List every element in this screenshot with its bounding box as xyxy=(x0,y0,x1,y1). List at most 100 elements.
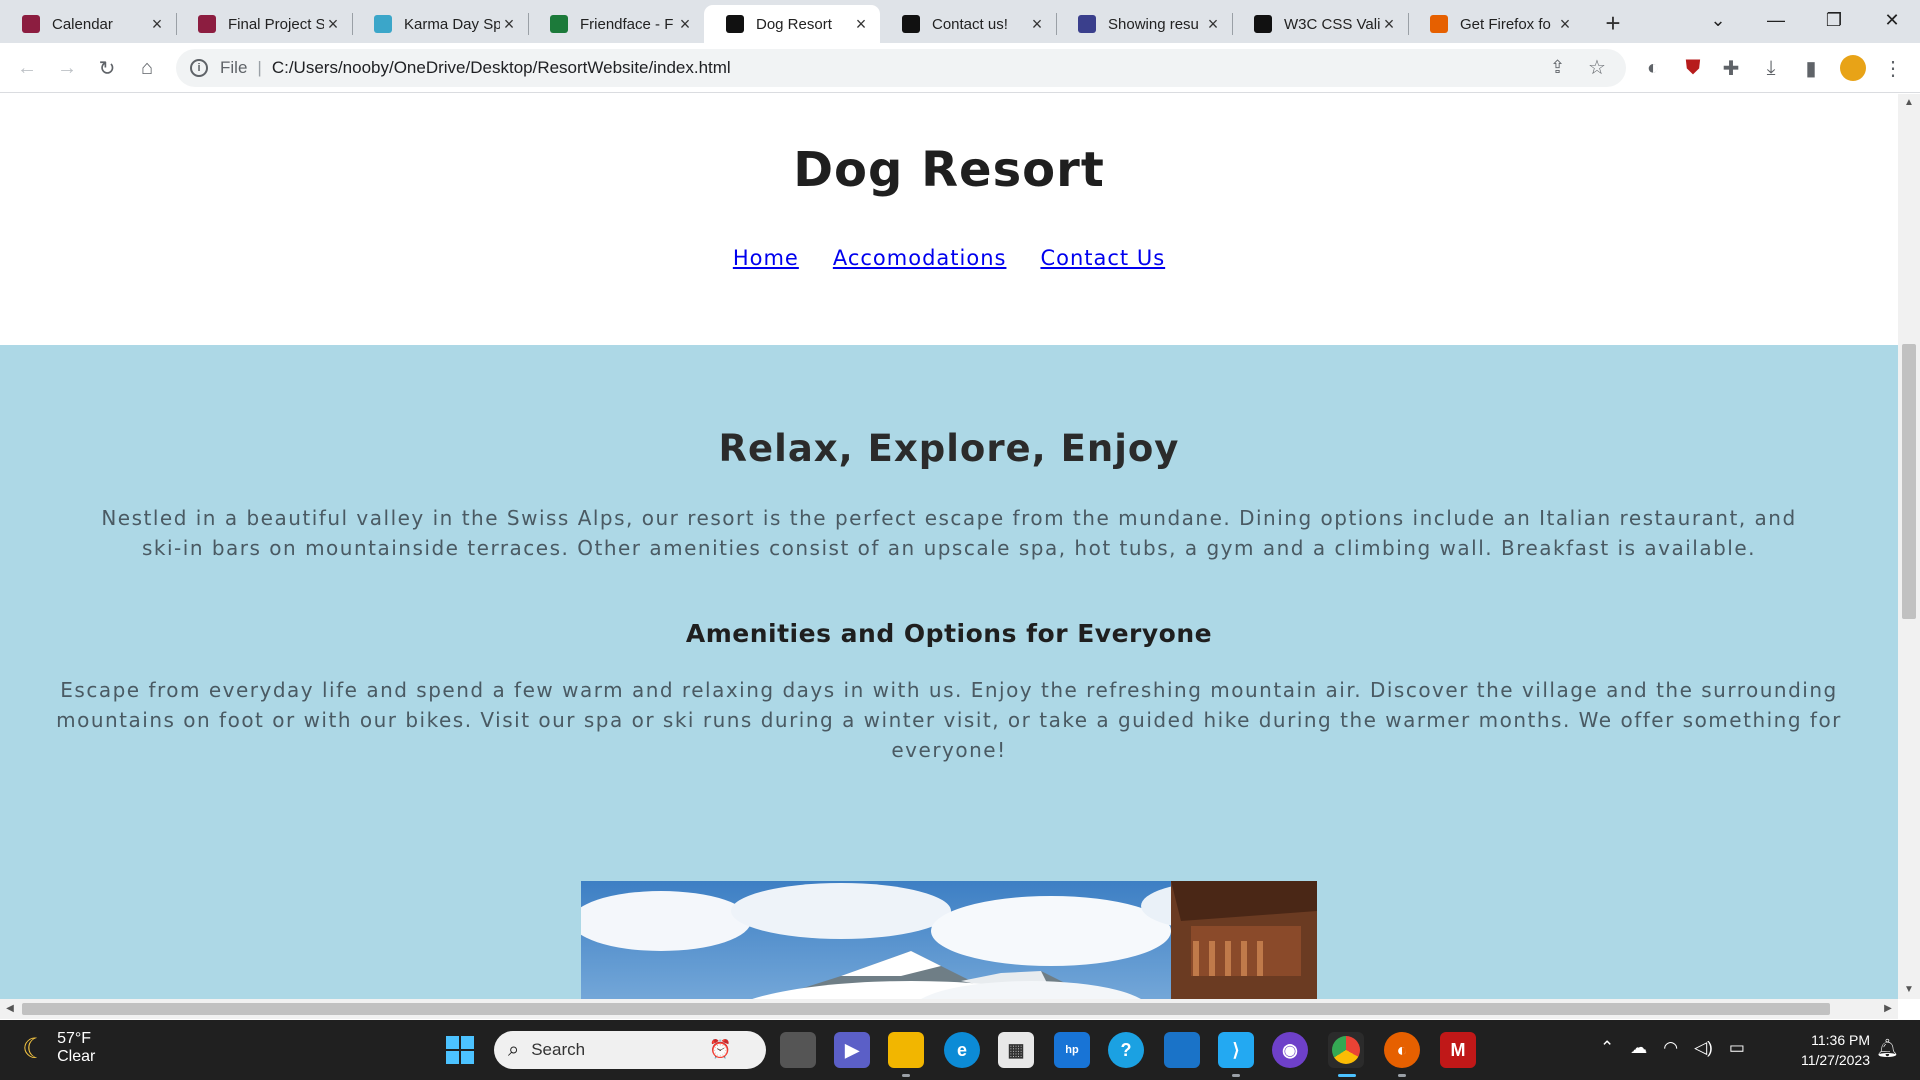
tab-karma-day-sp[interactable]: Karma Day Sp × xyxy=(352,5,528,43)
tab-get-firefox-fo[interactable]: Get Firefox fo × xyxy=(1408,5,1584,43)
task-view-icon[interactable] xyxy=(780,1032,816,1068)
vscode-icon[interactable]: ⟩ xyxy=(1218,1032,1254,1068)
address-divider: | xyxy=(257,58,262,77)
firefox-icon[interactable]: ◐ xyxy=(1384,1032,1420,1068)
onedrive-icon[interactable]: ☁ xyxy=(1630,1038,1647,1058)
tab-close-icon[interactable]: × xyxy=(324,14,342,35)
browser-toolbar: ← → ↻ ⌂ i File | C:/Users/nooby/OneDrive… xyxy=(0,43,1920,93)
amenities-heading: Amenities and Options for Everyone xyxy=(685,619,1213,648)
scroll-right-icon[interactable]: ▶ xyxy=(1878,999,1898,1019)
tab-search-icon[interactable]: ⌄ xyxy=(1690,0,1746,40)
start-icon[interactable] xyxy=(442,1032,478,1068)
home-icon[interactable]: ⌂ xyxy=(132,53,162,83)
scroll-left-icon[interactable]: ◀ xyxy=(0,999,20,1019)
tab-title: Dog Resort xyxy=(756,15,832,33)
bookmark-star-icon[interactable]: ☆ xyxy=(1588,55,1606,80)
reload-icon[interactable]: ↻ xyxy=(92,53,122,83)
tab-close-icon[interactable]: × xyxy=(1028,14,1046,35)
firefox-running-indicator xyxy=(1398,1074,1406,1077)
restore-icon[interactable]: ❐ xyxy=(1806,0,1862,40)
firefox-logo-icon xyxy=(1430,15,1448,33)
horizontal-scrollbar[interactable]: ◀ ▶ xyxy=(0,999,1898,1019)
site-info-icon[interactable]: i xyxy=(190,59,208,77)
browser-tab-strip: Calendar × Final Project S × Karma Day Sp × Fr… xyxy=(0,0,1920,43)
nav-link-home[interactable]: Home xyxy=(733,246,799,270)
tab-close-icon[interactable]: × xyxy=(852,14,870,35)
close-window-icon[interactable]: ✕ xyxy=(1864,0,1920,40)
back-icon[interactable]: ← xyxy=(12,53,42,83)
weather-widget[interactable]: ☾ 57°F Clear xyxy=(22,1030,95,1066)
options-paragraph: Escape from everyday life and spend a fe… xyxy=(56,678,1842,762)
tab-close-icon[interactable]: × xyxy=(148,14,166,35)
weather-temp: 57°F xyxy=(57,1030,92,1047)
w3c-logo-icon xyxy=(1254,15,1272,33)
tab-close-icon[interactable]: × xyxy=(1380,14,1398,35)
taskbar-clock[interactable]: 11:36 PM 11/27/2023 xyxy=(1780,1030,1870,1070)
tab-title: Friendface - F xyxy=(580,15,674,33)
tab-contact-us[interactable]: Contact us! × xyxy=(880,5,1056,43)
address-scheme: File xyxy=(220,58,248,77)
side-panel-icon[interactable]: ▮ xyxy=(1796,53,1826,83)
download-icon[interactable]: ⤓ xyxy=(1756,53,1786,83)
main-section: Relax, Explore, Enjoy Nestled in a beaut… xyxy=(0,345,1898,999)
vpn-extension-icon[interactable]: ◐ xyxy=(1638,53,1668,83)
help-icon[interactable]: ? xyxy=(1108,1032,1144,1068)
new-tab-button[interactable]: + xyxy=(1598,8,1628,38)
windows-taskbar: ☾ 57°F Clear ⌕ Search ⏰ ▶ e ▦ hp ? ⟩ ◉ ◐… xyxy=(0,1020,1920,1080)
tab-friendface-f[interactable]: Friendface - F × xyxy=(528,5,704,43)
vertical-scrollbar[interactable]: ▲ ▼ xyxy=(1898,94,1920,999)
screen-snip-icon[interactable] xyxy=(1164,1032,1200,1068)
site-header: Dog Resort Home Accomodations Contact Us xyxy=(0,94,1898,345)
edge-icon[interactable]: e xyxy=(944,1032,980,1068)
battery-icon[interactable]: ▭ xyxy=(1729,1038,1745,1058)
teams-icon[interactable]: ▶ xyxy=(834,1032,870,1068)
chrome-icon[interactable] xyxy=(1328,1032,1364,1068)
menu-icon[interactable]: ⋮ xyxy=(1878,53,1908,83)
lotus-icon xyxy=(374,15,392,33)
tab-dog-resort[interactable]: Dog Resort × xyxy=(704,5,880,43)
horizontal-scroll-thumb[interactable] xyxy=(22,1003,1830,1015)
minimize-icon[interactable]: — xyxy=(1748,0,1804,40)
dog-logo-icon xyxy=(902,15,920,33)
nav-link-contact-us[interactable]: Contact Us xyxy=(1040,246,1165,270)
github-icon[interactable]: ◉ xyxy=(1272,1032,1308,1068)
extensions-icon[interactable]: ✚ xyxy=(1716,53,1746,83)
address-bar[interactable]: i File | C:/Users/nooby/OneDrive/Desktop… xyxy=(176,49,1626,87)
tab-final-project-s[interactable]: Final Project S × xyxy=(176,5,352,43)
taskbar-search-placeholder: Search xyxy=(531,1040,586,1059)
mcafee-icon[interactable]: M xyxy=(1440,1032,1476,1068)
store-icon[interactable]: ▦ xyxy=(998,1032,1034,1068)
moon-icon: ☾ xyxy=(22,1032,48,1064)
volume-icon[interactable]: ◁) xyxy=(1694,1038,1713,1058)
tab-close-icon[interactable]: × xyxy=(1204,14,1222,35)
taskbar-search[interactable]: ⌕ Search ⏰ xyxy=(494,1031,766,1069)
nav-link-accomodations[interactable]: Accomodations xyxy=(833,246,1007,270)
scroll-up-icon[interactable]: ▲ xyxy=(1898,94,1920,112)
forward-icon[interactable]: → xyxy=(52,53,82,83)
tab-showing-resu[interactable]: Showing resu × xyxy=(1056,5,1232,43)
scroll-down-icon[interactable]: ▼ xyxy=(1898,981,1920,999)
site-title: Dog Resort xyxy=(793,142,1105,198)
tab-title: Calendar xyxy=(52,15,113,33)
wifi-icon[interactable]: ◠ xyxy=(1663,1038,1678,1058)
tab-close-icon[interactable]: × xyxy=(1556,14,1574,35)
tab-w3c-css-vali[interactable]: W3C CSS Vali × xyxy=(1232,5,1408,43)
myhp-icon[interactable]: hp xyxy=(1054,1032,1090,1068)
avatar[interactable] xyxy=(1838,53,1868,83)
tab-close-icon[interactable]: × xyxy=(676,14,694,35)
notification-bell-icon[interactable]: 🔔︎ xyxy=(1876,1038,1899,1059)
share-icon[interactable]: ⇪ xyxy=(1550,57,1565,78)
asu-logo-icon xyxy=(198,15,216,33)
file-explorer-icon[interactable] xyxy=(888,1032,924,1068)
tab-title: W3C CSS Vali xyxy=(1284,15,1380,33)
asu-logo-icon xyxy=(22,15,40,33)
address-url[interactable]: C:/Users/nooby/OneDrive/Desktop/ResortWe… xyxy=(272,58,731,78)
show-hidden-icons-icon[interactable]: ⌃ xyxy=(1600,1038,1614,1058)
tab-close-icon[interactable]: × xyxy=(500,14,518,35)
system-tray: ⌃ ☁ ◠ ◁) ▭ xyxy=(1600,1038,1745,1058)
tab-calendar[interactable]: Calendar × xyxy=(0,5,176,43)
vertical-scroll-thumb[interactable] xyxy=(1902,344,1916,619)
tab-title: Final Project S xyxy=(228,15,324,33)
ublock-extension-icon[interactable]: ⛊ xyxy=(1678,53,1708,83)
tab-title: Showing resu xyxy=(1108,15,1199,33)
